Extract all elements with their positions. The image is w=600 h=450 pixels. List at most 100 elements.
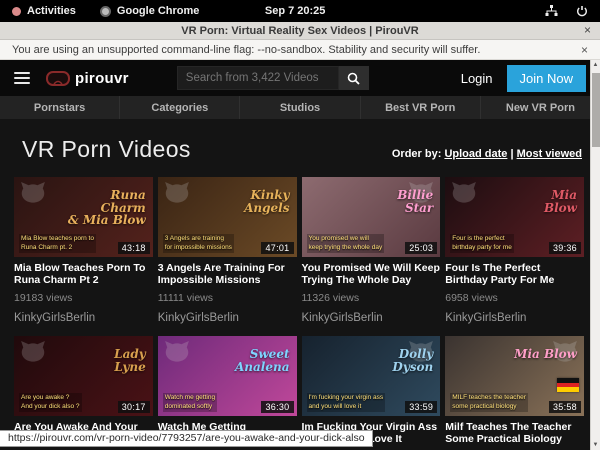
duration-badge: 25:03 — [405, 242, 437, 254]
duration-badge: 36:30 — [261, 401, 293, 413]
hamburger-menu-icon[interactable] — [14, 72, 30, 84]
view-count: 11111 views — [158, 292, 297, 304]
video-thumbnail[interactable]: Mia Blow Four is the perfect birthday par… — [445, 177, 584, 257]
view-count: 6958 views — [445, 292, 584, 304]
thumbnail-overlay-title: Mia Blow — [544, 189, 577, 214]
order-upload-date-link[interactable]: Upload date — [444, 148, 507, 160]
search-input[interactable] — [177, 66, 339, 90]
thumbnail-overlay-title: Kinky Angels — [244, 189, 289, 214]
thumbnail-overlay-title: Billie Star — [397, 189, 433, 214]
page-heading-row: VR Porn Videos Order by: Upload date | M… — [0, 119, 600, 171]
video-thumbnail[interactable]: Mia Blow MILF teaches the teacher some pr… — [445, 336, 584, 416]
view-count: 11326 views — [302, 292, 441, 304]
thumbnail-caption: 3 Angels are training for impossible mis… — [163, 234, 234, 254]
video-title[interactable]: You Promised We Will Keep Trying The Who… — [302, 262, 441, 286]
site-header: pirouvr Login Join Now — [0, 60, 600, 96]
thumbnail-overlay-title: Runa Charm & Mia Blow — [68, 189, 146, 227]
status-url-tooltip: https://pirouvr.com/vr-porn-video/779325… — [0, 430, 373, 447]
power-icon[interactable] — [576, 5, 588, 17]
network-icon[interactable] — [545, 5, 558, 17]
nav-item-studios[interactable]: Studios — [239, 96, 359, 119]
vr-headset-icon — [46, 71, 70, 86]
duration-badge: 47:01 — [261, 242, 293, 254]
video-grid: Runa Charm & Mia Blow Mia Blow teaches po… — [0, 171, 600, 450]
view-count: 19183 views — [14, 292, 153, 304]
video-card[interactable]: Runa Charm & Mia Blow Mia Blow teaches po… — [14, 177, 153, 324]
notification-dot-icon — [12, 7, 21, 16]
window-close-icon[interactable]: × — [584, 23, 591, 37]
scrollbar-thumb[interactable] — [592, 73, 600, 147]
scroll-up-icon[interactable]: ▲ — [591, 62, 600, 68]
cat-mask-watermark-icon — [164, 341, 190, 363]
login-link[interactable]: Login — [461, 71, 493, 86]
studio-link[interactable]: KinkyGirlsBerlin — [445, 312, 584, 324]
search-bar — [177, 66, 369, 90]
video-title[interactable]: Mia Blow Teaches Porn To Runa Charm Pt 2 — [14, 262, 153, 286]
thumbnail-caption: Mia Blow teaches porn to Runa Charm pt. … — [19, 234, 96, 254]
logo-text: pirouvr — [75, 70, 129, 87]
studio-link[interactable]: KinkyGirlsBerlin — [14, 312, 153, 324]
thumbnail-caption: You promised we will keep trying the who… — [307, 234, 385, 254]
scrollbar[interactable]: ▲ ▼ — [590, 60, 600, 450]
order-by: Order by: Upload date | Most viewed — [392, 148, 582, 160]
thumbnail-caption: MILF teaches the teacher some practical … — [450, 393, 528, 413]
thumbnail-overlay-title: Lady Lyne — [114, 348, 146, 373]
chrome-icon — [100, 6, 111, 17]
order-most-viewed-link[interactable]: Most viewed — [517, 148, 582, 160]
video-title[interactable]: 3 Angels Are Training For Impossible Mis… — [158, 262, 297, 286]
clock[interactable]: Sep 7 20:25 — [265, 5, 326, 17]
cat-mask-watermark-icon — [451, 182, 477, 204]
duration-badge: 35:58 — [549, 401, 581, 413]
thumbnail-caption: Watch me getting dominated softly — [163, 393, 217, 413]
thumbnail-caption: Are you awake ? And your dick also ? — [19, 393, 82, 413]
order-by-label: Order by: — [392, 148, 442, 160]
window-title-bar: VR Porn: Virtual Reality Sex Videos | Pi… — [0, 22, 600, 40]
cat-mask-watermark-icon — [20, 341, 46, 363]
video-card[interactable]: Mia Blow MILF teaches the teacher some pr… — [445, 336, 584, 450]
warning-close-icon[interactable]: × — [581, 43, 588, 57]
activities-label: Activities — [27, 5, 76, 17]
duration-badge: 33:59 — [405, 401, 437, 413]
thumbnail-caption: Four is the perfect birthday party for m… — [450, 234, 514, 254]
video-thumbnail[interactable]: Runa Charm & Mia Blow Mia Blow teaches po… — [14, 177, 153, 257]
thumbnail-overlay-title: Sweet Analena — [235, 348, 290, 373]
search-button[interactable] — [339, 66, 369, 90]
nav-item-pornstars[interactable]: Pornstars — [0, 96, 119, 119]
thumbnail-overlay-title: Dolly Dyson — [392, 348, 433, 373]
cat-mask-watermark-icon — [164, 182, 190, 204]
chrome-app-menu[interactable]: Google Chrome — [100, 5, 200, 17]
german-flag-icon — [557, 378, 579, 392]
video-card[interactable]: Kinky Angels 3 Angels are training for im… — [158, 177, 297, 324]
browser-viewport: pirouvr Login Join Now Pornstars Categor… — [0, 60, 600, 450]
studio-link[interactable]: KinkyGirlsBerlin — [302, 312, 441, 324]
video-thumbnail[interactable]: Lady Lyne Are you awake ? And your dick a… — [14, 336, 153, 416]
video-card[interactable]: Mia Blow Four is the perfect birthday par… — [445, 177, 584, 324]
video-title[interactable]: Four Is The Perfect Birthday Party For M… — [445, 262, 584, 286]
thumbnail-caption: I'm fucking your virgin ass and you will… — [307, 393, 386, 413]
window-title: VR Porn: Virtual Reality Sex Videos | Pi… — [181, 25, 418, 37]
chrome-label: Google Chrome — [117, 5, 200, 17]
video-thumbnail[interactable]: Kinky Angels 3 Angels are training for im… — [158, 177, 297, 257]
system-top-bar: Activities Google Chrome Sep 7 20:25 — [0, 0, 600, 22]
video-thumbnail[interactable]: Dolly Dyson I'm fucking your virgin ass a… — [302, 336, 441, 416]
page-title: VR Porn Videos — [22, 136, 191, 163]
video-title[interactable]: Milf Teaches The Teacher Some Practical … — [445, 421, 584, 445]
site-logo[interactable]: pirouvr — [46, 70, 129, 87]
duration-badge: 30:17 — [118, 401, 150, 413]
video-thumbnail[interactable]: Billie Star You promised we will keep try… — [302, 177, 441, 257]
activities-button[interactable]: Activities — [12, 5, 76, 17]
nav-item-best[interactable]: Best VR Porn — [360, 96, 480, 119]
studio-link[interactable]: KinkyGirlsBerlin — [158, 312, 297, 324]
cat-mask-watermark-icon — [20, 182, 46, 204]
video-thumbnail[interactable]: Sweet Analena Watch me getting dominated … — [158, 336, 297, 416]
join-now-button[interactable]: Join Now — [507, 65, 586, 92]
video-card[interactable]: Billie Star You promised we will keep try… — [302, 177, 441, 324]
scroll-down-icon[interactable]: ▼ — [591, 442, 600, 448]
site-nav: Pornstars Categories Studios Best VR Por… — [0, 96, 600, 119]
warning-text: You are using an unsupported command-lin… — [12, 44, 480, 56]
warning-bar: You are using an unsupported command-lin… — [0, 40, 600, 60]
nav-item-new[interactable]: New VR Porn — [480, 96, 600, 119]
duration-badge: 39:36 — [549, 242, 581, 254]
nav-item-categories[interactable]: Categories — [119, 96, 239, 119]
thumbnail-overlay-title: Mia Blow — [514, 348, 577, 361]
